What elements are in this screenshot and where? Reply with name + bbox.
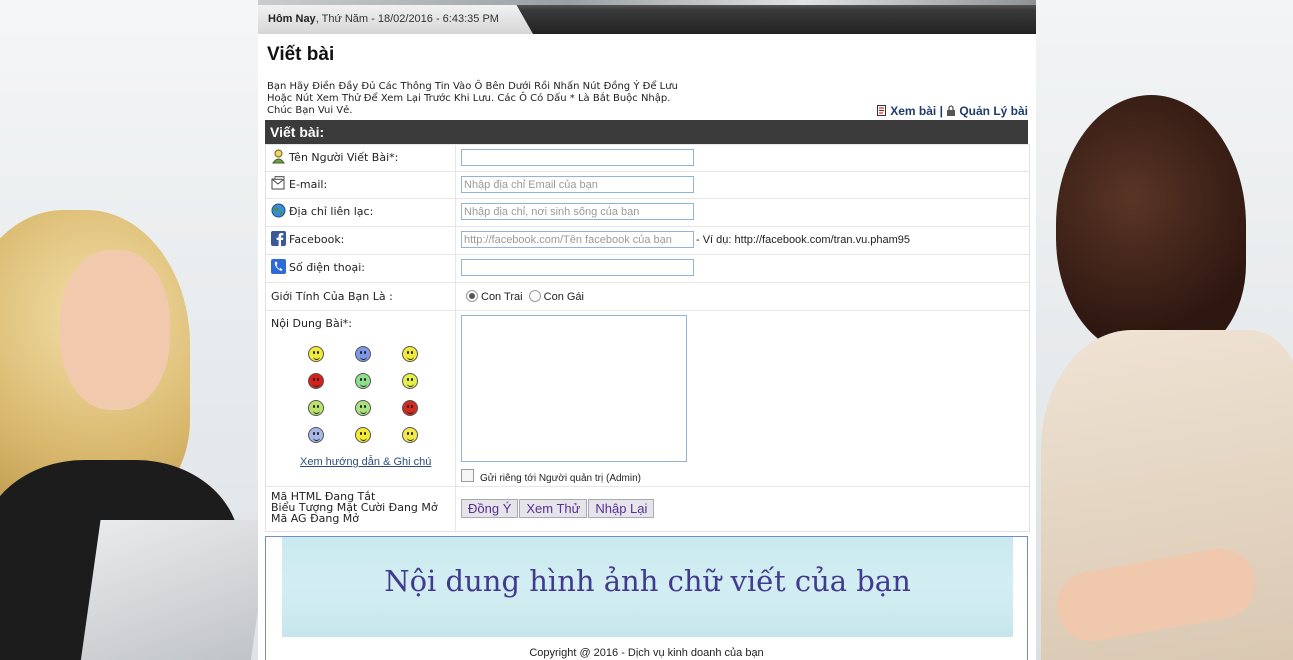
sick-icon[interactable] [355, 400, 371, 416]
link-separator: | [939, 104, 943, 118]
document-icon [877, 105, 887, 116]
angry-icon[interactable] [308, 373, 324, 389]
view-posts-link[interactable]: Xem bài [890, 104, 936, 118]
reset-button[interactable]: Nhập Lại [588, 499, 655, 518]
facebook-example-hint: - Ví dụ: http://facebook.com/tran.vu.pha… [696, 233, 911, 246]
facebook-input[interactable] [461, 231, 694, 248]
intro-line: Hoặc Nút Xem Thử Để Xem Lại Trước Khi Lư… [267, 93, 671, 104]
phone-row: Số điện thoại: [266, 254, 1029, 282]
copyright-text: Copyright @ 2016 - Dịch vụ kinh doanh củ… [529, 647, 764, 659]
email-icon [271, 176, 285, 190]
happy-icon[interactable] [355, 427, 371, 443]
today-label: Hôm Nay [268, 13, 316, 25]
footer-box: Nội dung hình ảnh chữ viết của bạn Copyr… [265, 536, 1028, 660]
phone-icon [271, 259, 286, 274]
shocked-icon[interactable] [308, 427, 324, 443]
header-bar: Hôm Nay, Thứ Năm - 18/02/2016 - 6:43:35 … [258, 0, 1036, 34]
user-icon [272, 149, 285, 164]
intro-text: Bạn Hãy Điền Đầy Đủ Các Thông Tin Vào Ô … [267, 81, 737, 117]
header-photo-strip [258, 0, 1036, 5]
address-input[interactable] [461, 203, 694, 220]
intro-line: Bạn Hãy Điền Đầy Đủ Các Thông Tin Vào Ô … [267, 81, 678, 92]
page-title: Viết bài [267, 44, 335, 65]
mad-icon[interactable] [402, 400, 418, 416]
address-label: Địa chỉ liên lạc: [289, 205, 374, 218]
confused-icon[interactable] [402, 427, 418, 443]
lock-icon [947, 105, 956, 116]
private-admin-checkbox[interactable] [461, 469, 474, 482]
email-field[interactable] [461, 176, 694, 193]
email-label: E-mail: [289, 178, 328, 191]
date-display: Hôm Nay, Thứ Năm - 18/02/2016 - 6:43:35 … [258, 5, 533, 34]
gender-radio-female[interactable] [528, 290, 541, 302]
section-title: Viết bài: [265, 120, 1028, 144]
gender-option-male: Con Trai [481, 291, 523, 303]
preview-button[interactable]: Xem Thử [519, 499, 588, 518]
wink-icon[interactable] [402, 373, 418, 389]
background-photo-left [0, 0, 258, 660]
footer-banner: Nội dung hình ảnh chữ viết của bạn [282, 537, 1013, 637]
submit-button[interactable]: Đồng Ý [461, 499, 519, 518]
post-form: Tên Người Viết Bài*: E-mail: Địa chỉ liê… [265, 144, 1030, 532]
facebook-icon [271, 231, 286, 246]
submit-row: Mã HTML Đang Tắt Biểu Tượng Mặt Cười Đan… [266, 486, 1029, 531]
phone-input[interactable] [461, 259, 694, 276]
person-hair-shape [1056, 95, 1246, 355]
gender-option-female: Con Gái [543, 291, 584, 303]
content-label: Nội Dung Bài*: [271, 317, 352, 330]
globe-icon [271, 203, 286, 218]
grin-icon[interactable] [402, 346, 418, 362]
author-label: Tên Người Viết Bài*: [289, 151, 399, 164]
intro-line: Chúc Bạn Vui Vẻ. [267, 105, 353, 116]
ag-status: Mã AG Đang Mở [271, 512, 360, 525]
background-photo-right [1036, 0, 1293, 660]
main-page: Hôm Nay, Thứ Năm - 18/02/2016 - 6:43:35 … [258, 0, 1036, 660]
author-row: Tên Người Viết Bài*: [266, 144, 1029, 171]
phone-label: Số điện thoại: [289, 261, 366, 274]
content-textarea[interactable] [461, 315, 687, 462]
facebook-label: Facebook: [289, 233, 345, 246]
person-face-shape [60, 250, 170, 410]
smiley-grid [308, 346, 455, 443]
teeth-icon[interactable] [355, 373, 371, 389]
date-text: , Thứ Năm - 18/02/2016 - 6:43:35 PM [315, 13, 499, 25]
address-row: Địa chỉ liên lạc: [266, 198, 1029, 226]
content-row: Nội Dung Bài*: Xem hướng dẫn & Ghi chú G… [266, 310, 1029, 486]
gender-label: Giới Tính Của Bạn Là : [271, 290, 393, 303]
sad-icon[interactable] [355, 346, 371, 362]
gender-row: Giới Tính Của Bạn Là : Con Trai Con Gái [266, 282, 1029, 310]
gender-radio-male[interactable] [466, 290, 478, 302]
help-notes-link[interactable]: Xem hướng dẫn & Ghi chú [300, 456, 455, 468]
email-row: E-mail: [266, 171, 1029, 198]
facebook-row: Facebook: - Ví dụ: http://facebook.com/t… [266, 226, 1029, 254]
private-admin-label: Gửi riêng tới Người quản trị (Admin) [480, 473, 641, 484]
manage-posts-link[interactable]: Quản Lý bài [959, 104, 1028, 118]
cool-icon[interactable] [308, 400, 324, 416]
laptop-shape [79, 520, 258, 660]
top-links: Xem bài | Quản Lý bài [877, 104, 1028, 118]
smile-icon[interactable] [308, 346, 324, 362]
author-input[interactable] [461, 149, 694, 166]
